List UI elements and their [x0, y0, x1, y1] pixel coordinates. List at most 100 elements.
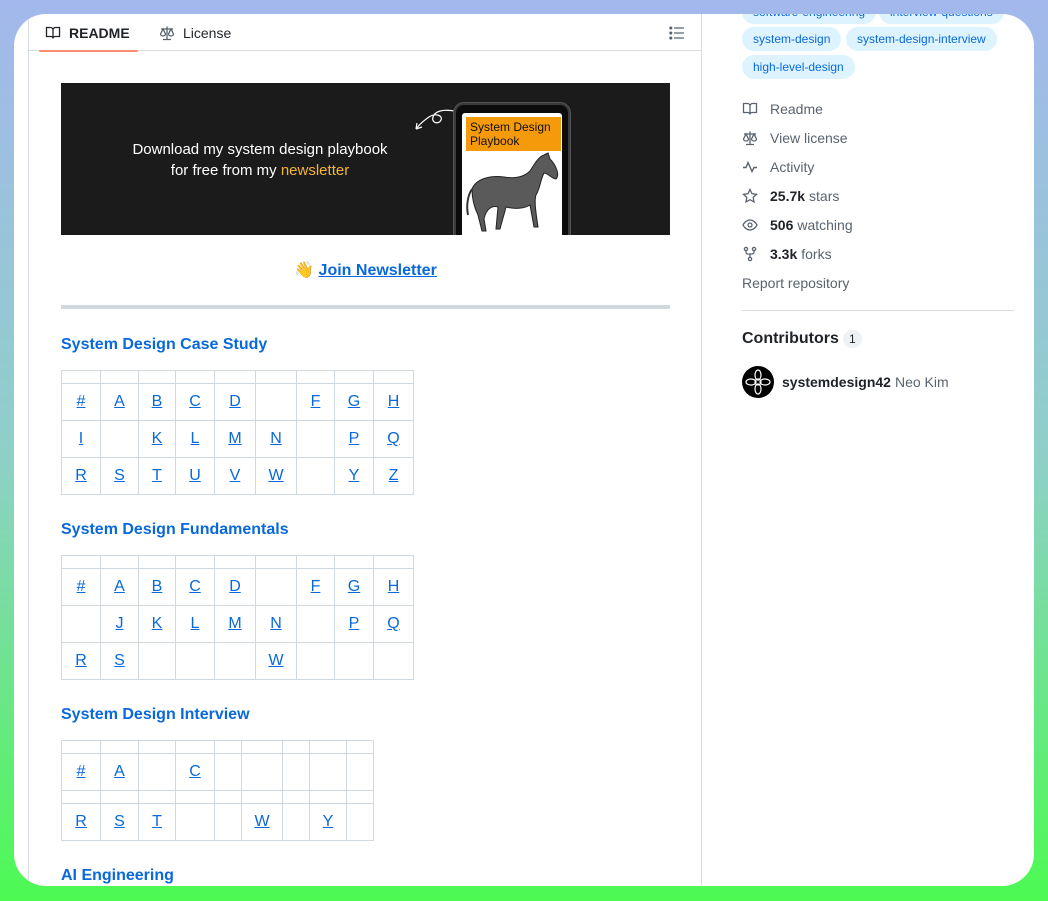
letter-link[interactable]: Y — [323, 813, 334, 830]
table-cell: T — [138, 803, 176, 841]
topic-tag[interactable]: interview-questions — [879, 14, 1004, 24]
letter-link[interactable]: P — [349, 430, 360, 447]
letter-link[interactable]: F — [311, 578, 321, 595]
table-cell: N — [255, 420, 297, 458]
table-cell — [175, 790, 215, 804]
table-cell — [282, 803, 310, 841]
letter-link[interactable]: R — [75, 652, 87, 669]
letter-link[interactable]: D — [229, 393, 241, 410]
table-cell — [61, 605, 101, 643]
table-cell: H — [373, 568, 414, 606]
table-cell: W — [255, 642, 297, 680]
letter-link[interactable]: F — [311, 393, 321, 410]
table-cell — [255, 568, 297, 606]
table-cell: W — [255, 457, 297, 495]
letter-link[interactable]: B — [152, 578, 163, 595]
table-header-cell — [138, 555, 176, 569]
table-cell — [175, 803, 215, 841]
letter-link[interactable]: S — [114, 467, 125, 484]
letter-link[interactable]: M — [228, 615, 241, 632]
letter-link[interactable]: # — [77, 393, 86, 410]
contributors-title[interactable]: Contributors — [742, 330, 839, 348]
letter-link[interactable]: A — [114, 393, 125, 410]
letter-link[interactable]: # — [77, 578, 86, 595]
letter-link[interactable]: T — [152, 813, 162, 830]
letter-link[interactable]: L — [191, 430, 200, 447]
letter-link[interactable]: S — [114, 813, 125, 830]
letter-link[interactable]: C — [189, 763, 201, 780]
avatar[interactable] — [742, 366, 774, 398]
table-header-cell — [373, 370, 414, 384]
banner-highlight: newsletter — [280, 162, 350, 179]
letter-link[interactable]: T — [152, 467, 162, 484]
letter-link[interactable]: V — [230, 467, 241, 484]
letter-link[interactable]: C — [189, 393, 201, 410]
section-title-case-study[interactable]: System Design Case Study — [61, 336, 267, 354]
letter-link[interactable]: G — [348, 393, 360, 410]
letter-link[interactable]: K — [152, 615, 163, 632]
letter-link[interactable]: N — [270, 615, 282, 632]
letter-link[interactable]: Q — [387, 430, 399, 447]
letter-link[interactable]: Y — [349, 467, 360, 484]
banner-line-1: Download my system design playbook — [132, 141, 388, 158]
letter-link[interactable]: A — [114, 578, 125, 595]
letter-link[interactable]: N — [270, 430, 282, 447]
playbook-banner[interactable]: Download my system design playbook for f… — [61, 83, 670, 235]
letter-link[interactable]: C — [189, 578, 201, 595]
letter-link[interactable]: U — [189, 467, 201, 484]
list-unordered-icon[interactable] — [669, 25, 685, 41]
letter-link[interactable]: L — [191, 615, 200, 632]
letter-link[interactable]: Z — [389, 467, 399, 484]
letter-link[interactable]: H — [388, 578, 400, 595]
letter-link[interactable]: J — [116, 615, 124, 632]
letter-link[interactable]: G — [348, 578, 360, 595]
topic-tag[interactable]: system-design-interview — [846, 27, 997, 51]
contributor-item[interactable]: systemdesign42 Neo Kim — [742, 366, 949, 398]
letter-link[interactable]: R — [75, 813, 87, 830]
table-cell — [282, 753, 310, 791]
table-cell: U — [175, 457, 215, 495]
readme-tabbar: README License — [29, 14, 701, 52]
topic-tag[interactable]: high-level-design — [742, 55, 855, 79]
letter-link[interactable]: S — [114, 652, 125, 669]
letter-link[interactable]: W — [254, 813, 269, 830]
readme-link[interactable]: Readme — [742, 99, 823, 119]
table-cell — [214, 753, 242, 791]
section-title-fundamentals[interactable]: System Design Fundamentals — [61, 521, 289, 539]
letter-link[interactable]: R — [75, 467, 87, 484]
watchers-link[interactable]: 506 watching — [742, 215, 853, 235]
letter-link[interactable]: K — [152, 430, 163, 447]
license-link[interactable]: View license — [742, 128, 848, 148]
report-repository-link[interactable]: Report repository — [742, 275, 849, 291]
topic-tag[interactable]: system-design — [742, 27, 842, 51]
letter-link[interactable]: P — [349, 615, 360, 632]
letter-link[interactable]: D — [229, 578, 241, 595]
stars-link[interactable]: 25.7k stars — [742, 186, 839, 206]
table-cell: T — [138, 457, 176, 495]
letter-link[interactable]: # — [77, 763, 86, 780]
letter-link[interactable]: Q — [387, 615, 399, 632]
section-title-ai-engineering[interactable]: AI Engineering — [61, 867, 174, 885]
join-newsletter-link[interactable]: Join Newsletter — [319, 262, 437, 279]
forks-link[interactable]: 3.3k forks — [742, 244, 832, 264]
table-cell: # — [61, 383, 101, 421]
contributor-name: Neo Kim — [894, 374, 949, 390]
letter-link[interactable]: W — [268, 467, 283, 484]
letter-link[interactable]: B — [152, 393, 163, 410]
topic-tag[interactable]: software-engineering — [742, 14, 877, 24]
table-cell — [138, 790, 176, 804]
scale-icon — [742, 131, 758, 146]
tab-license[interactable]: License — [153, 14, 237, 51]
section-title-interview[interactable]: System Design Interview — [61, 706, 250, 724]
letter-link[interactable]: H — [388, 393, 400, 410]
letter-link[interactable]: M — [228, 430, 241, 447]
activity-link[interactable]: Activity — [742, 157, 814, 177]
banner-text: Download my system design playbook for f… — [125, 139, 395, 181]
letter-link[interactable]: W — [268, 652, 283, 669]
tab-readme[interactable]: README — [39, 14, 138, 52]
letter-link[interactable]: A — [114, 763, 125, 780]
table-cell: R — [61, 803, 101, 841]
letter-link[interactable]: I — [79, 430, 83, 447]
forks-label: forks — [801, 246, 832, 262]
watching-count: 506 — [770, 217, 794, 233]
